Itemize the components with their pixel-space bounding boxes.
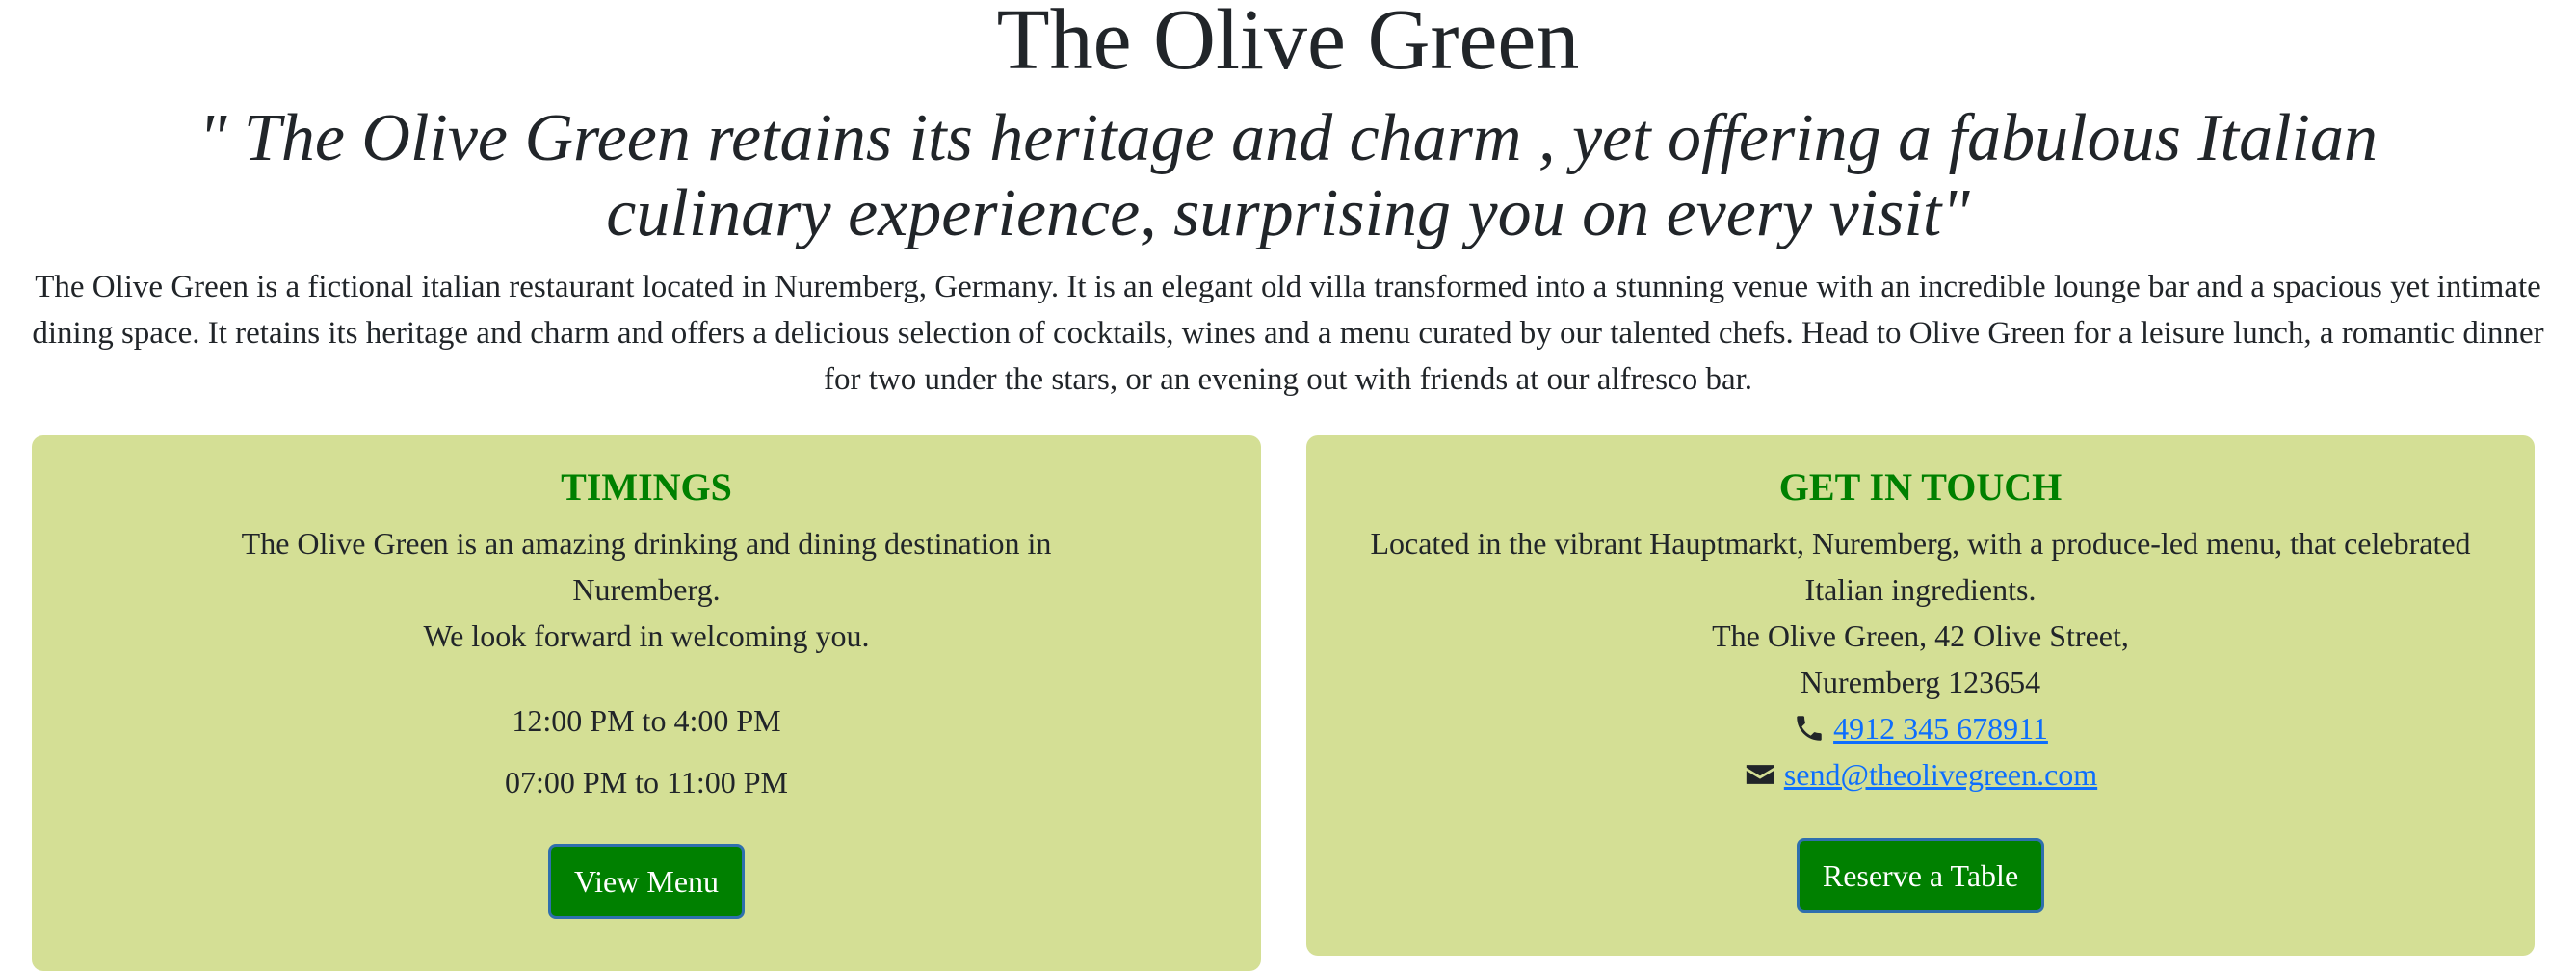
intro-paragraph: The Olive Green is a fictional italian r…: [32, 270, 2544, 397]
phone-icon: [1797, 716, 1822, 741]
lunch-hours: 12:00 PM to 4:00 PM: [512, 703, 781, 738]
email-link[interactable]: send@theolivegreen.com: [1784, 751, 2097, 798]
reserve-wrap: Reserve a Table: [1306, 838, 2535, 913]
view-menu-button[interactable]: View Menu: [547, 844, 746, 919]
tagline: " The Olive Green retains its heritage a…: [198, 101, 2378, 250]
view-menu-wrap: View Menu: [32, 844, 1261, 919]
email-row: send@theolivegreen.com: [1306, 751, 2535, 798]
timings-card: TIMINGS The Olive Green is an amazing dr…: [32, 435, 1261, 971]
phone-link[interactable]: 4912 345 678911: [1833, 705, 2048, 751]
address-line-2: Nuremberg 123654: [1800, 665, 2041, 699]
dinner-hours: 07:00 PM to 11:00 PM: [505, 765, 788, 800]
site-title: The Olive Green: [996, 0, 1580, 88]
reserve-table-button[interactable]: Reserve a Table: [1796, 838, 2045, 913]
address-line-1: The Olive Green, 42 Olive Street,: [1712, 618, 2129, 653]
envelope-icon: [1746, 765, 1774, 784]
contact-heading: GET IN TOUCH: [1778, 465, 2063, 509]
timings-line-2: We look forward in welcoming you.: [423, 618, 870, 653]
contact-description: Located in the vibrant Hauptmarkt, Nurem…: [1370, 526, 2471, 607]
page: The Olive Green " The Olive Green retain…: [0, 0, 2576, 971]
timings-line-1: The Olive Green is an amazing drinking a…: [241, 526, 1052, 607]
timings-heading: TIMINGS: [561, 465, 732, 509]
contact-card: GET IN TOUCH Located in the vibrant Haup…: [1306, 435, 2535, 956]
timings-description: The Olive Green is an amazing drinking a…: [32, 520, 1261, 659]
phone-row: 4912 345 678911: [1306, 705, 2535, 751]
